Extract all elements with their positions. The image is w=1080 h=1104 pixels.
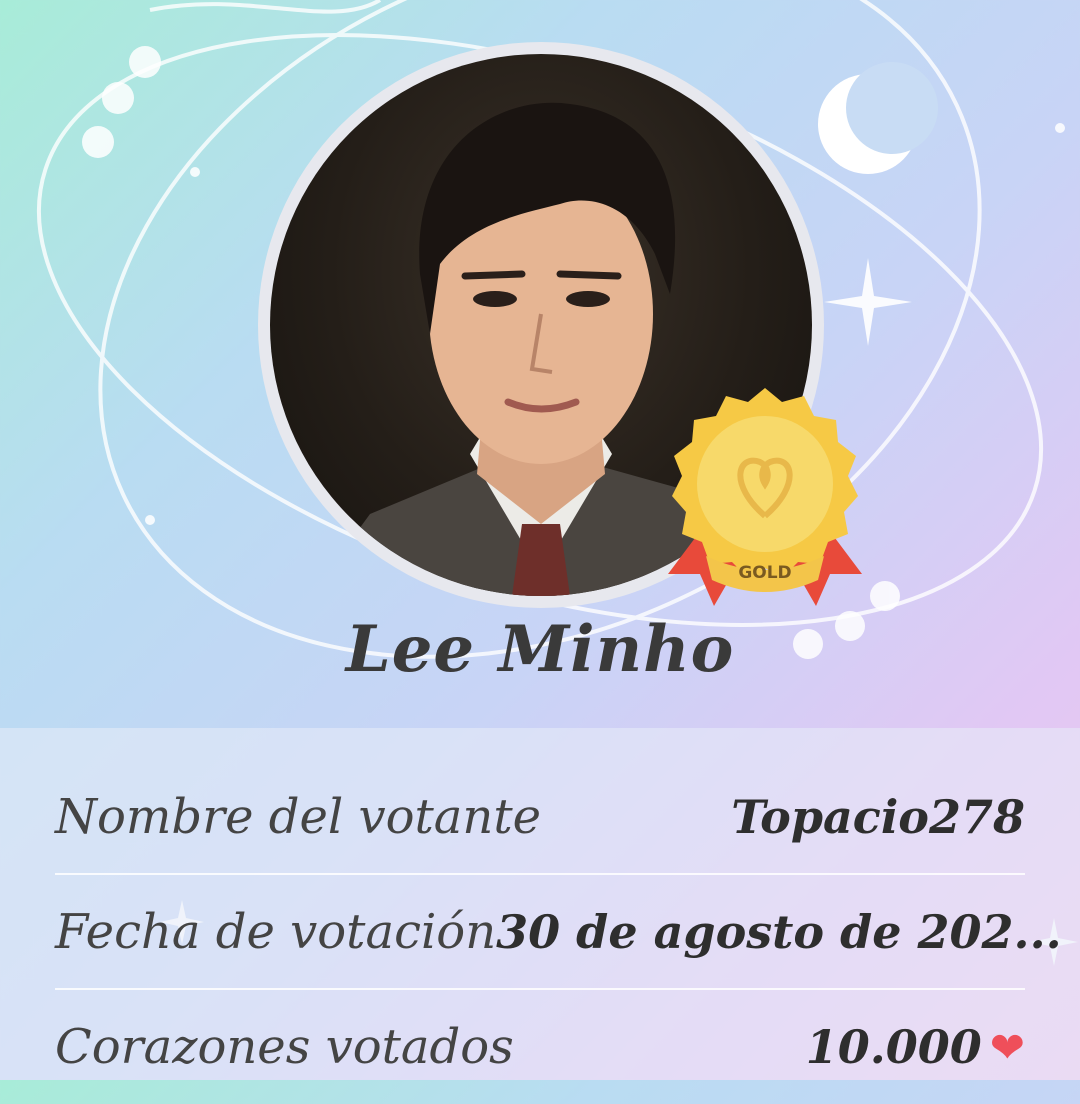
date-row: Fecha de votación 30 de agosto de 202...: [55, 875, 1062, 989]
badge-label: GOLD: [738, 563, 791, 583]
voter-value: Topacio278: [731, 790, 1025, 844]
gold-medal-icon: GOLD: [668, 388, 862, 606]
hearts-label: Corazones votados: [55, 1019, 514, 1075]
voter-label: Nombre del votante: [55, 789, 542, 845]
crescent-moon-icon: [818, 62, 938, 174]
celebrity-name: Lee Minho: [345, 612, 735, 687]
hearts-value-group: 10.000 ❤: [806, 1020, 1025, 1074]
date-value: 30 de agosto de 202...: [496, 905, 1062, 959]
hearts-value: 10.000: [805, 1020, 982, 1074]
voter-row: Nombre del votante Topacio278: [55, 760, 1025, 874]
date-label: Fecha de votación: [55, 904, 497, 960]
hearts-row: Corazones votados 10.000 ❤: [55, 990, 1025, 1104]
heart-icon: ❤: [989, 1022, 1025, 1072]
